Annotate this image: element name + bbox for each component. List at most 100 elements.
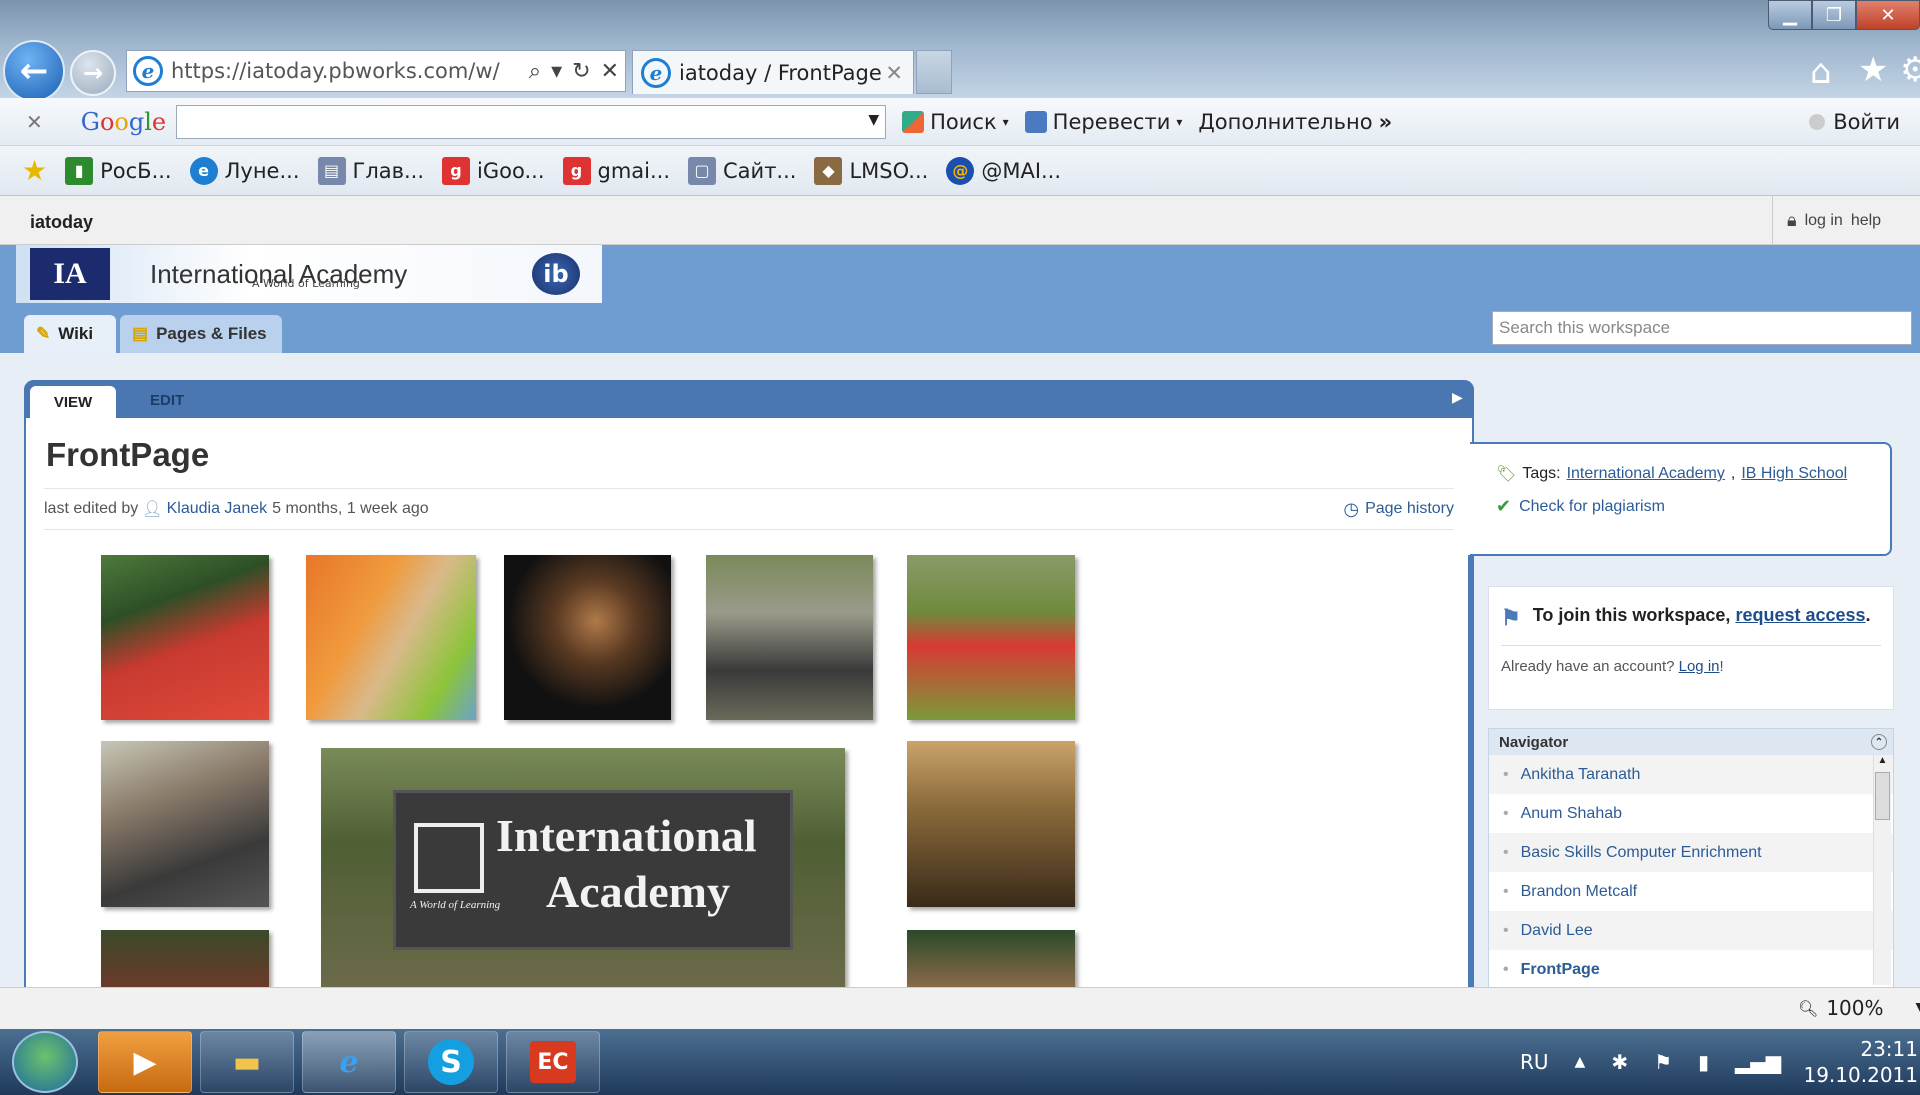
meta-prefix: last edited by xyxy=(44,500,139,517)
translate-button[interactable]: Перевести ▾ xyxy=(1024,110,1182,134)
navigator-scrollbar[interactable]: ▲ xyxy=(1873,755,1891,985)
tab-view[interactable]: VIEW xyxy=(30,386,116,418)
bookmark-item[interactable]: @ @MAI... xyxy=(946,156,1061,185)
clock-icon: ◷ xyxy=(1343,498,1360,519)
stop-icon[interactable]: ✕ xyxy=(601,59,619,84)
zoom-dropdown-icon[interactable]: ▼ xyxy=(1916,1000,1920,1016)
bookmark-item[interactable]: e Луне... xyxy=(189,156,300,185)
clock[interactable]: 23:11 19.10.2011 xyxy=(1800,1036,1918,1088)
photo-student-boy xyxy=(907,930,1075,987)
zoom-control[interactable]: 🔍︎ 100% ▼ xyxy=(1798,996,1920,1020)
refresh-icon[interactable]: ↻ xyxy=(572,59,590,84)
photo-girls-sari xyxy=(306,555,476,720)
author-link[interactable]: Klaudia Janek xyxy=(167,500,268,518)
minimize-button[interactable]: ▁ xyxy=(1768,0,1812,30)
scroll-thumb[interactable] xyxy=(1875,772,1890,820)
bookmark-item[interactable]: ▤ Глав... xyxy=(317,156,424,185)
flag-icon: ⚑ xyxy=(1501,605,1521,630)
google-login-button[interactable]: Войти xyxy=(1809,110,1900,134)
tag-international-academy[interactable]: International Academy xyxy=(1567,465,1725,483)
forward-button[interactable]: → xyxy=(70,50,116,96)
login-bang: ! xyxy=(1719,658,1724,675)
address-url[interactable]: https://iatoday.pbworks.com/w/ xyxy=(171,59,500,83)
tab-iatoday-frontpage[interactable]: e iatoday / FrontPage ✕ xyxy=(632,50,914,94)
workspace-search-input[interactable]: Search this workspace xyxy=(1492,311,1912,345)
language-indicator[interactable]: RU xyxy=(1520,1050,1549,1074)
sign-ia-logo xyxy=(414,823,484,893)
sign-tagline: A World of Learning xyxy=(410,899,501,911)
sign-line-1: International xyxy=(496,810,757,861)
help-link[interactable]: help xyxy=(1851,212,1881,230)
bookmark-item[interactable]: g gmai... xyxy=(562,156,670,185)
photo-students-red-shirts xyxy=(101,555,269,720)
nav-item[interactable]: • David Lee xyxy=(1489,911,1893,950)
skype-icon[interactable]: S xyxy=(404,1031,498,1093)
login-link[interactable]: log in xyxy=(1805,212,1843,230)
dropdown-icon[interactable]: ▾ xyxy=(551,59,562,84)
nav-item[interactable]: • Ankitha Taranath xyxy=(1489,755,1893,794)
gear-icon[interactable]: ⚙ xyxy=(1900,50,1920,90)
add-favorites-star-icon[interactable]: ★ xyxy=(22,154,47,187)
user-icon: 👤︎ xyxy=(142,501,163,518)
favorites-star-icon[interactable]: ★ xyxy=(1858,50,1888,90)
tab-close-icon[interactable]: ✕ xyxy=(885,61,903,85)
zoom-level: 100% xyxy=(1826,996,1884,1020)
new-tab-button[interactable] xyxy=(916,50,952,94)
start-button[interactable] xyxy=(12,1031,78,1093)
collapse-arrow-icon[interactable]: ▶ xyxy=(1452,390,1463,406)
wiki-edit-icon: ✎ xyxy=(36,324,51,343)
tab-edit[interactable]: EDIT xyxy=(150,392,184,409)
tab-pages-files[interactable]: ▤ Pages & Files xyxy=(120,315,282,353)
request-access-link[interactable]: request access xyxy=(1735,605,1865,625)
nav-item[interactable]: • Anum Shahab xyxy=(1489,794,1893,833)
close-window-button[interactable]: ✕ xyxy=(1856,0,1920,30)
bookmark-item[interactable]: ◆ LMSO... xyxy=(814,156,928,185)
more-button[interactable]: Дополнительно» xyxy=(1198,110,1392,134)
google-toolbar: ✕ Google Поиск▾ Перевести▾ Дополнительно… xyxy=(0,98,1920,146)
nav-item[interactable]: • Brandon Metcalf xyxy=(1489,872,1893,911)
navigator-title: Navigator xyxy=(1499,733,1569,751)
zoom-icon: 🔍︎ xyxy=(1798,998,1819,1018)
close-toolbar-icon[interactable]: ✕ xyxy=(26,110,43,134)
bluetooth-icon[interactable]: ✱ xyxy=(1611,1050,1628,1074)
tab-wiki[interactable]: ✎ Wiki xyxy=(24,315,116,353)
nav-item[interactable]: • Basic Skills Computer Enrichment xyxy=(1489,833,1893,872)
google-search-button[interactable]: Поиск ▾ xyxy=(902,110,1009,134)
plagiarism-link[interactable]: ✔ Check for plagiarism xyxy=(1496,496,1864,517)
show-hidden-icons[interactable]: ▲ xyxy=(1575,1054,1586,1070)
search-icon[interactable]: ⌕ xyxy=(529,59,541,84)
status-bar xyxy=(0,987,1920,1029)
tag-separator: , xyxy=(1730,465,1736,482)
presentation-app-icon[interactable]: EC xyxy=(506,1031,600,1093)
internet-explorer-icon[interactable]: e xyxy=(302,1031,396,1093)
maximize-button[interactable]: ❐ xyxy=(1812,0,1856,30)
explorer-folder-icon[interactable]: ▬ xyxy=(200,1031,294,1093)
network-signal-icon[interactable]: ▂▄▆ xyxy=(1735,1050,1781,1074)
bookmark-item[interactable]: ▢ Сайт... xyxy=(688,156,796,185)
ib-logo: ib xyxy=(532,253,580,295)
back-button[interactable]: ← xyxy=(3,40,65,102)
puma-icon: ◆ xyxy=(814,156,843,185)
page-title: FrontPage xyxy=(46,436,210,473)
page-history-link[interactable]: ◷ Page history xyxy=(1343,499,1454,520)
home-icon[interactable]: ⌂ xyxy=(1810,52,1832,92)
nav-item-current[interactable]: • FrontPage xyxy=(1489,950,1893,989)
bookmark-item[interactable]: ▮ РосБ... xyxy=(65,156,172,185)
tag-ib-high-school[interactable]: IB High School xyxy=(1741,465,1847,483)
already-account-text: Already have an account? xyxy=(1501,658,1675,675)
login-link-sidebar[interactable]: Log in xyxy=(1679,658,1720,675)
gmail-icon: g xyxy=(562,156,591,185)
collapse-icon[interactable]: ⌃ xyxy=(1871,734,1887,750)
meta-time: 5 months, 1 week ago xyxy=(272,500,429,517)
navigator-panel: Navigator ⌃ • Ankitha Taranath • Anum Shah… xyxy=(1488,728,1894,988)
battery-icon[interactable]: ▮ xyxy=(1698,1050,1709,1074)
scroll-up-icon[interactable]: ▲ xyxy=(1874,755,1891,766)
google-search-input[interactable] xyxy=(176,104,887,139)
photo-students-group xyxy=(101,930,269,987)
join-period: . xyxy=(1865,605,1871,625)
address-bar[interactable]: e https://iatoday.pbworks.com/w/ ⌕ ▾ ↻ ✕ xyxy=(126,50,626,92)
media-player-icon[interactable]: ▶ xyxy=(98,1031,192,1093)
workspace-name[interactable]: iatoday xyxy=(30,212,93,233)
bookmark-item[interactable]: g iGoo... xyxy=(442,156,545,185)
action-center-flag-icon[interactable]: ⚑ xyxy=(1654,1050,1672,1074)
